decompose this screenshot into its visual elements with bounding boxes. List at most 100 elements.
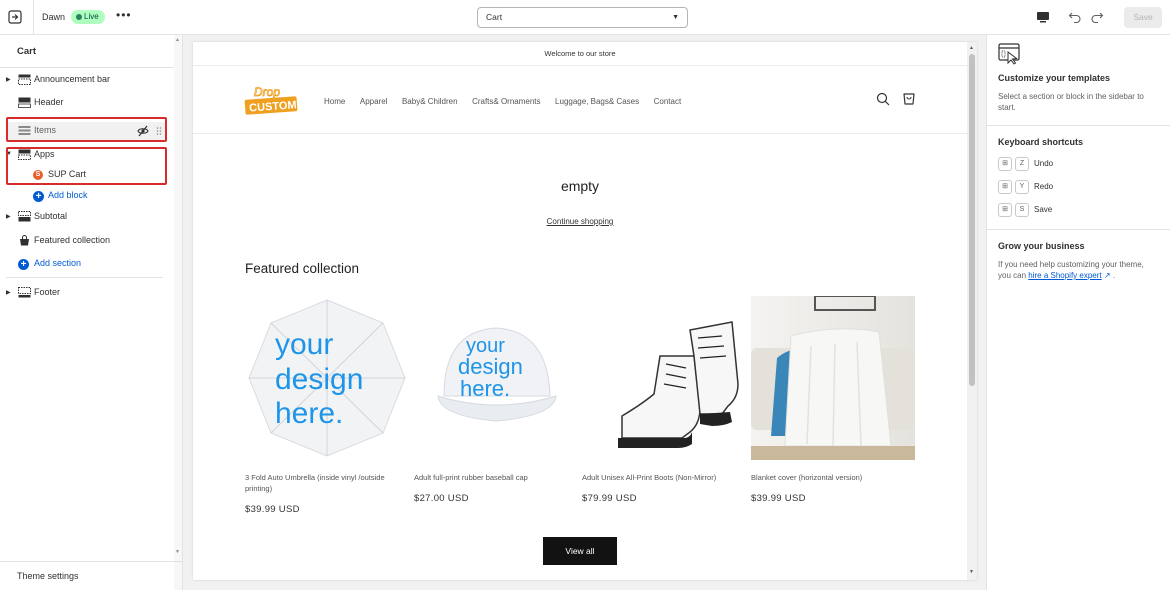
shortcut-save: ⊞ S Save [998,203,1052,217]
scroll-up-icon[interactable]: ▲ [175,37,180,43]
external-link-icon: ↗ [1103,271,1111,280]
template-selector[interactable]: Cart ▼ [477,7,688,28]
sidebar-item-label: Header [34,97,64,107]
sidebar-item-label: Featured collection [34,235,111,245]
exit-icon[interactable] [8,10,22,24]
hire-expert-link[interactable]: hire a Shopify expert [1028,271,1101,280]
modifier-key-icon: ⊞ [998,157,1012,171]
sidebar-item-header[interactable]: Header [6,94,166,112]
add-section-button[interactable]: + Add section [6,255,166,273]
add-block-button[interactable]: + Add block [6,187,166,205]
product-name[interactable]: Adult full-print rubber baseball cap [414,472,578,483]
product-card[interactable]: Adult Unisex All-Print Boots (Non-Mirror… [582,296,746,504]
live-badge: Live [71,10,105,24]
shortcut-undo: ⊞ Z Undo [998,157,1053,171]
product-name[interactable]: Adult Unisex All-Print Boots (Non-Mirror… [582,472,746,483]
grow-text-end: . [1112,271,1116,280]
sidebar-item-label: Announcement bar [34,74,111,84]
sidebar-scrollbar[interactable] [174,35,182,590]
featured-collection-title: Featured collection [245,261,360,276]
scroll-down-icon[interactable]: ▼ [175,549,180,555]
product-card[interactable]: Blanket cover (horizontal version) $39.9… [751,295,915,504]
sidebar-item-featured-collection[interactable]: Featured collection [6,232,166,250]
scroll-down-icon[interactable]: ▼ [969,569,974,575]
product-image-umbrella[interactable]: your design here. [245,296,409,460]
product-price: $27.00 USD [414,493,469,504]
redo-icon[interactable] [1090,9,1104,23]
store-preview: Welcome to our store Drop CUSTOM Home Ap… [193,42,977,580]
umbrella-print-line-2: design [275,363,363,396]
theme-settings-button[interactable]: Theme settings [0,561,182,590]
chevron-down-icon: ▼ [672,14,679,21]
caret-right-icon[interactable]: ▶ [6,213,11,220]
sidebar-item-announcement-bar[interactable]: ▶ Announcement bar [6,71,166,89]
plus-circle-icon: + [18,259,29,270]
desktop-preview-icon[interactable] [1036,10,1050,24]
more-actions-button[interactable]: ••• [116,8,132,22]
announcement-bar: Welcome to our store [193,42,967,66]
keyboard-shortcuts-panel: Keyboard shortcuts ⊞ Z Undo ⊞ Y Redo ⊞ S Save [987,126,1170,230]
grow-text-block: If you need help customizing your theme,… [998,259,1148,281]
sidebar-item-label: Subtotal [34,211,68,221]
customize-text: Select a section or block in the sidebar… [998,92,1144,112]
sidebar-item-subtotal[interactable]: ▶ Subtotal [6,208,166,226]
shortcut-key: S [1015,203,1029,217]
product-image-blanket[interactable] [751,295,915,460]
product-image-cap[interactable]: your design here. [414,296,578,460]
shortcuts-title: Keyboard shortcuts [998,137,1084,147]
cart-icon[interactable] [902,92,916,106]
main-nav: Home Apparel Baby& Children Crafts& Orna… [324,96,693,106]
nav-link-crafts-ornaments[interactable]: Crafts& Ornaments [472,97,540,106]
sidebar-divider [0,67,175,68]
top-bar: Dawn Live ••• Cart ▼ Save [0,0,1170,35]
template-selector-value: Cart [486,12,503,22]
product-card[interactable]: your design here. Adult full-print rubbe… [414,296,578,504]
customize-templates-panel: Customize your templates Select a sectio… [987,35,1170,126]
logo-bottom-text: CUSTOM [249,99,297,114]
continue-shopping-container: Continue shopping [193,217,967,226]
add-block-label: Add block [48,190,88,200]
nav-link-apparel[interactable]: Apparel [360,97,388,106]
view-all-button[interactable]: View all [543,537,617,565]
nav-link-home[interactable]: Home [324,97,345,106]
scroll-up-icon[interactable]: ▲ [969,45,974,51]
product-price: $79.99 USD [582,493,637,504]
highlight-box-items [6,117,167,142]
footer-section-icon [18,287,31,298]
shortcut-redo: ⊞ Y Redo [998,180,1053,194]
customize-title: Customize your templates [998,73,1111,83]
umbrella-print-line-3: here. [275,397,343,430]
umbrella-print-line-1: your [275,328,333,361]
nav-link-baby-children[interactable]: Baby& Children [402,97,458,106]
preview-scrollbar-thumb[interactable] [969,54,975,386]
product-name[interactable]: Blanket cover (horizontal version) [751,472,915,483]
save-button[interactable]: Save [1124,7,1162,28]
sidebar-divider [6,277,163,278]
store-logo[interactable]: Drop CUSTOM [244,84,298,116]
undo-icon[interactable] [1068,9,1082,23]
add-section-label: Add section [34,258,82,268]
sidebar-item-footer[interactable]: ▶ Footer [6,284,166,302]
product-image-boots[interactable] [582,296,746,460]
caret-right-icon[interactable]: ▶ [6,289,11,296]
continue-shopping-link[interactable]: Continue shopping [547,217,614,226]
nav-link-luggage-bags-cases[interactable]: Luggage, Bags& Cases [555,97,639,106]
highlight-box-apps [6,147,167,185]
product-card[interactable]: your design here. 3 Fold Auto Umbrella (… [245,296,409,515]
caret-right-icon[interactable]: ▶ [6,76,11,83]
grow-business-panel: Grow your business If you need help cust… [987,230,1170,310]
left-sidebar: Cart ▲ ▼ ▶ Announcement bar Header Items [0,35,183,590]
shortcut-label: Save [1034,205,1053,214]
shortcut-key: Y [1015,180,1029,194]
search-icon[interactable] [876,92,890,106]
topbar-divider [33,0,34,35]
theme-name: Dawn [42,12,66,22]
product-price: $39.99 USD [751,493,806,504]
cart-empty-message: empty [560,178,600,194]
product-price: $39.99 USD [245,504,300,515]
sidebar-item-label: Footer [34,287,61,297]
logo-top-text: Drop [254,85,280,99]
shortcut-label: Redo [1034,182,1054,191]
nav-link-contact[interactable]: Contact [654,97,682,106]
product-name[interactable]: 3 Fold Auto Umbrella (inside vinyl /outs… [245,472,409,494]
